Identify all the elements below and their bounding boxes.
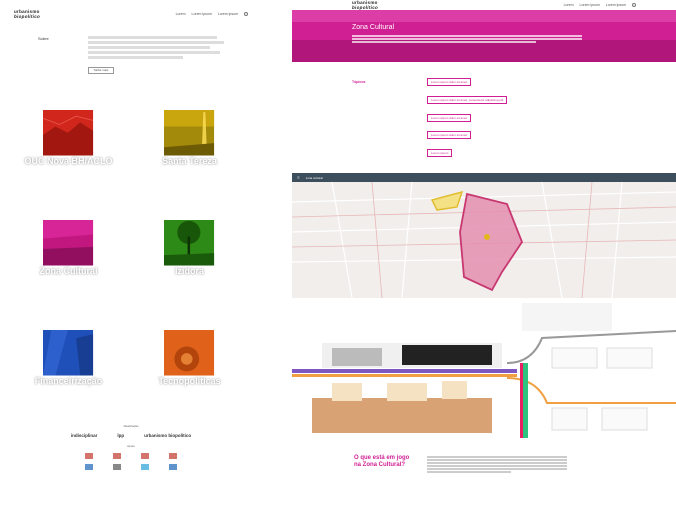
map-menu-icon[interactable]: ☰: [297, 176, 300, 180]
left-page-screenshot: urbanismo biopolítico Lorem Lorem ipsum …: [8, 0, 254, 505]
search-icon[interactable]: [244, 12, 248, 16]
tile-title: Financeirização: [34, 375, 103, 386]
tile-desc: [23, 279, 114, 289]
tile-financeirizacao[interactable]: Financeirização: [8, 300, 129, 410]
intro-text: Saiba mais: [88, 36, 224, 74]
topic-tag[interactable]: Lorem ipsum dolor sit amet: [427, 78, 472, 86]
more-button[interactable]: Saiba mais: [88, 67, 114, 74]
tile-title: Zona Cultural: [39, 265, 98, 276]
tile-desc: [144, 279, 235, 289]
section-text: [427, 455, 567, 474]
map-canvas[interactable]: [292, 181, 676, 298]
search-icon[interactable]: [632, 3, 636, 7]
tile-button[interactable]: [63, 295, 74, 300]
supporter-logo[interactable]: [85, 453, 93, 459]
header: urbanismo biopolítico Lorem Lorem ipsum …: [8, 0, 254, 28]
nav-item[interactable]: Lorem: [564, 3, 574, 7]
nav-item[interactable]: Lorem ipsum: [606, 3, 626, 7]
site-logo[interactable]: urbanismo biopolítico: [14, 9, 40, 19]
tile-izidora[interactable]: Izidora: [129, 190, 250, 300]
topic-tag[interactable]: Lorem ipsum: [427, 149, 453, 157]
tile-ouc[interactable]: OUC Nova BH/ACLO: [8, 80, 129, 190]
tile-button[interactable]: [63, 405, 74, 410]
nav-item[interactable]: Lorem ipsum: [218, 12, 238, 16]
supporter-logo[interactable]: [169, 453, 177, 459]
footer-caption: Apoio: [127, 444, 135, 448]
topic-tag[interactable]: Lorem ipsum dolor sit amet: [427, 114, 472, 122]
project-grid: OUC Nova BH/ACLO Santa Tereza Zona Cultu…: [8, 80, 250, 410]
right-page-screenshot: urbanismo biopolítico Lorem Lorem ipsum …: [292, 0, 676, 505]
topics-label: Tópicos: [352, 80, 366, 84]
tile-title: OUC Nova BH/ACLO: [24, 155, 113, 166]
footer-caption: Realização: [123, 424, 139, 428]
tile-zona-cultural[interactable]: Zona Cultural: [8, 190, 129, 300]
map-widget[interactable]: ☰ zona cultural: [292, 173, 676, 298]
timeline-graphic: [292, 303, 676, 438]
nav-item[interactable]: Lorem: [176, 12, 186, 16]
tile-button[interactable]: [184, 405, 195, 410]
partner-logo[interactable]: lpp: [117, 433, 124, 438]
timeline-infographic: [292, 303, 676, 438]
nav-item[interactable]: Lorem ipsum: [192, 12, 212, 16]
map-toolbar: ☰ zona cultural: [292, 173, 676, 182]
page-subtitle: [352, 34, 582, 44]
main-nav: Lorem Lorem ipsum Lorem ipsum: [564, 3, 636, 7]
tile-desc: [144, 389, 235, 399]
tile-desc: [23, 389, 114, 399]
tile-title: Tecnopolíticas: [158, 375, 221, 386]
page-title: Zona Cultural: [352, 24, 395, 31]
supporter-logo[interactable]: [169, 464, 177, 470]
tile-santa-tereza[interactable]: Santa Tereza: [129, 80, 250, 190]
tile-background: [164, 220, 215, 266]
supporter-logo[interactable]: [141, 464, 149, 470]
footer: Realização indisciplinar lpp urbanismo b…: [8, 412, 254, 505]
intro-section: Sobre Saiba mais: [8, 36, 254, 74]
tile-title: Santa Tereza: [162, 155, 217, 166]
supporter-logo[interactable]: [141, 453, 149, 459]
tile-desc: [144, 169, 235, 179]
tile-button[interactable]: [63, 185, 74, 190]
tile-background: [43, 220, 94, 266]
tile-title: Izidora: [174, 265, 204, 276]
topic-tag[interactable]: Lorem ipsum dolor sit amet, consectetur …: [427, 96, 508, 104]
supporter-logo[interactable]: [85, 464, 93, 470]
tile-background: [164, 330, 215, 376]
topic-tag[interactable]: Lorem ipsum dolor sit amet: [427, 131, 472, 139]
tile-button[interactable]: [184, 295, 195, 300]
tile-background: [43, 330, 94, 376]
hero-banner: Zona Cultural: [292, 10, 676, 62]
supporter-logos: [8, 453, 254, 459]
tile-background: [164, 110, 215, 156]
header: urbanismo biopolítico Lorem Lorem ipsum …: [292, 0, 676, 10]
tile-background: [43, 110, 94, 156]
main-nav: Lorem Lorem ipsum Lorem ipsum: [176, 12, 248, 16]
tile-button[interactable]: [184, 185, 195, 190]
tile-desc: [23, 169, 114, 179]
section-heading: O que está em jogo na Zona Cultural?: [354, 455, 410, 468]
partner-logo[interactable]: indisciplinar: [71, 433, 98, 438]
supporter-logo[interactable]: [113, 464, 121, 470]
tile-tecnopoliticas[interactable]: Tecnopolíticas: [129, 300, 250, 410]
partner-logo[interactable]: urbanismo biopolítico: [144, 433, 191, 438]
intro-label: Sobre: [38, 36, 49, 41]
partner-logos: indisciplinar lpp urbanismo biopolítico: [8, 433, 254, 438]
map-title: zona cultural: [305, 175, 323, 180]
supporter-logo[interactable]: [113, 453, 121, 459]
nav-item[interactable]: Lorem ipsum: [580, 3, 600, 7]
supporter-logos: [8, 464, 254, 470]
site-logo[interactable]: urbanismo biopolítico: [352, 0, 378, 10]
